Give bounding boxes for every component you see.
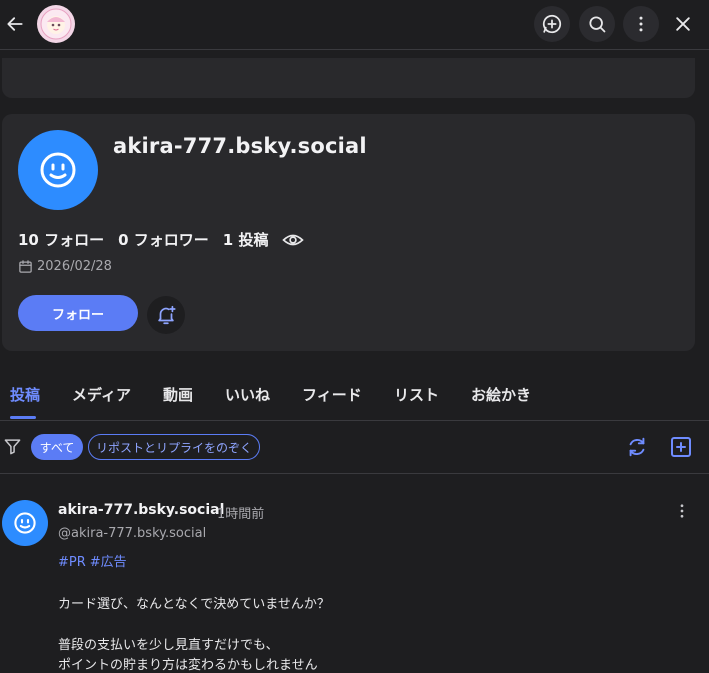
more-vertical-icon xyxy=(639,16,643,32)
tab-posts[interactable]: 投稿 xyxy=(10,384,40,405)
more-menu-button[interactable] xyxy=(623,6,659,42)
profile-tabs: 投稿 メディア 動画 いいね フィード リスト お絵かき xyxy=(0,372,709,421)
more-vertical-icon xyxy=(680,504,684,518)
posts-count: 1 投稿 xyxy=(222,231,269,249)
filter-bar: すべて リポストとリプライをのぞく xyxy=(0,421,709,474)
bell-plus-icon xyxy=(158,305,176,325)
new-post-button[interactable] xyxy=(534,6,570,42)
post-timestamp[interactable]: 1時間前 xyxy=(217,503,264,522)
add-button[interactable] xyxy=(669,435,693,463)
profile-avatar-small[interactable] xyxy=(37,5,75,43)
close-icon xyxy=(676,17,690,31)
active-tab-indicator xyxy=(10,416,36,419)
post-text-line: 普段の支払いを少し見直すだけでも、 xyxy=(58,638,279,653)
arrow-left-icon xyxy=(7,17,23,31)
post-text-line: ポイントの貯まり方は変わるかもしれません xyxy=(58,658,318,673)
post-text-line: カード選び、なんとなくで決めていませんか？ xyxy=(58,597,330,612)
refresh-icon xyxy=(629,437,645,457)
search-button[interactable] xyxy=(579,6,615,42)
smiley-avatar-icon xyxy=(40,152,76,188)
tab-feeds[interactable]: フィード xyxy=(302,384,362,405)
tab-drawings[interactable]: お絵かき xyxy=(471,384,531,405)
profile-banner xyxy=(2,58,695,98)
joined-date: 2026/02/28 xyxy=(18,259,112,274)
close-button[interactable] xyxy=(670,10,696,38)
tab-lists[interactable]: リスト xyxy=(394,384,439,405)
hashtag-link[interactable]: #広告 xyxy=(90,555,127,570)
tab-likes[interactable]: いいね xyxy=(225,384,270,405)
followers-count[interactable]: 0 フォロワー xyxy=(118,229,209,250)
top-bar xyxy=(0,0,709,50)
hashtag-link[interactable]: #PR xyxy=(58,555,86,570)
notify-button[interactable] xyxy=(147,296,185,334)
filter-chip-all[interactable]: すべて xyxy=(31,434,83,460)
eye-button[interactable] xyxy=(282,231,305,249)
filter-icon xyxy=(4,439,21,455)
post-author-handle[interactable]: @akira-777.bsky.social xyxy=(58,526,206,541)
post-author-avatar[interactable] xyxy=(2,500,48,546)
refresh-button[interactable] xyxy=(626,436,648,462)
post-author-name[interactable]: akira-777.bsky.social xyxy=(58,502,224,518)
add-square-icon xyxy=(671,437,691,457)
tab-videos[interactable]: 動画 xyxy=(163,384,193,405)
profile-stats: 10 フォロー 0 フォロワー 1 投稿 xyxy=(18,229,305,250)
follows-count[interactable]: 10 フォロー xyxy=(18,229,104,250)
smiley-avatar-icon xyxy=(14,512,36,534)
post-more-button[interactable] xyxy=(673,502,691,524)
follow-button[interactable]: フォロー xyxy=(18,295,138,331)
search-icon xyxy=(589,16,606,33)
calendar-icon xyxy=(19,260,32,273)
filter-chip-no-reposts[interactable]: リポストとリプライをのぞく xyxy=(88,434,260,460)
tab-media[interactable]: メディア xyxy=(72,384,131,405)
back-button[interactable] xyxy=(2,10,28,38)
chat-plus-icon xyxy=(542,14,562,34)
eye-icon xyxy=(282,234,305,245)
post-hashtags: #PR #広告 xyxy=(58,551,131,570)
filter-button[interactable] xyxy=(3,437,22,460)
profile-avatar[interactable] xyxy=(18,130,98,210)
profile-display-name: akira-777.bsky.social xyxy=(113,134,367,158)
joined-date-text: 2026/02/28 xyxy=(37,259,112,274)
avatar-illustration-icon xyxy=(40,8,72,40)
